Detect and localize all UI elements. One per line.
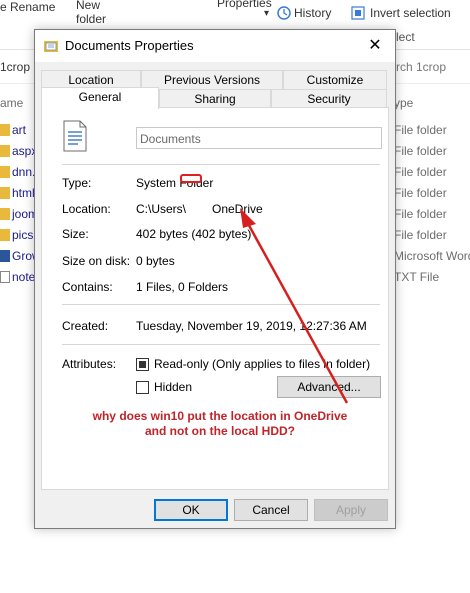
file-type: TXT File [394,270,440,284]
hidden-checkbox[interactable] [136,381,149,394]
size-on-disk-value: 0 bytes [136,254,175,268]
rename-button[interactable]: e Rename [0,0,55,14]
size-on-disk-label: Size on disk: [62,254,131,268]
annotation-text: why does win10 put the location in OneDr… [92,409,348,438]
address-path[interactable]: 1crop [0,60,30,74]
hidden-label[interactable]: Hidden [154,380,192,394]
divider [62,164,380,165]
history-icon [277,6,291,20]
contains-value: 1 Files, 0 Folders [136,280,229,294]
dialog-title: Documents Properties [65,38,194,53]
size-value: 402 bytes (402 bytes) [136,227,252,241]
tab-general[interactable]: General [41,87,159,109]
tab-customize[interactable]: Customize [283,70,387,90]
folder-icon [0,208,10,220]
apply-button[interactable]: Apply [314,499,388,521]
folder-name-input[interactable]: Documents [136,127,382,149]
ok-button[interactable]: OK [154,499,228,521]
history-button[interactable]: History [294,6,331,20]
text-file-icon [0,271,10,283]
file-type: File folder [394,144,447,158]
column-name-header[interactable]: ame [0,96,23,110]
cancel-button[interactable]: Cancel [234,499,308,521]
username-redaction-marker [180,174,202,183]
file-type: File folder [394,186,447,200]
folder-icon [0,145,10,157]
created-value: Tuesday, November 19, 2019, 12:27:36 AM [136,319,367,333]
document-folder-icon [63,120,87,152]
size-label: Size: [62,227,89,241]
file-type: Microsoft Word [394,249,470,263]
file-type: File folder [394,123,447,137]
folder-icon [0,229,10,241]
tab-security[interactable]: Security [271,89,387,109]
type-label: Type: [62,176,92,190]
location-value-suffix: OneDrive [212,202,263,216]
folder-icon [0,124,10,136]
readonly-label[interactable]: Read-only (Only applies to files in fold… [154,357,370,371]
advanced-button[interactable]: Advanced... [277,376,381,398]
file-type: File folder [394,207,447,221]
invert-selection-button[interactable]: Invert selection [370,6,451,20]
folder-icon [0,187,10,199]
divider [62,344,380,345]
readonly-checkbox[interactable] [136,358,149,371]
properties-dialog: Documents Properties ✕ Location Previous… [34,29,396,529]
title-bar[interactable]: Documents Properties ✕ [35,30,395,62]
location-value-prefix: C:\Users\ [136,202,187,216]
column-type-header[interactable]: ype [394,96,413,110]
word-doc-icon [0,250,10,262]
search-box[interactable]: rch 1crop [396,60,446,74]
folder-icon [0,166,10,178]
created-label: Created: [62,319,109,333]
tab-sharing[interactable]: Sharing [159,89,271,109]
close-button[interactable]: ✕ [355,30,395,62]
divider [62,304,380,305]
location-label: Location: [62,202,111,216]
folder-icon [44,41,58,52]
contains-label: Contains: [62,280,113,294]
new-folder-button[interactable]: New folder [76,0,106,26]
invert-selection-icon [351,6,365,20]
select-group-label: lect [396,30,415,44]
properties-dropdown-icon[interactable]: ▾ [264,8,269,19]
attributes-label: Attributes: [62,357,117,371]
file-type: File folder [394,228,447,242]
file-type: File folder [394,165,447,179]
tab-previous-versions[interactable]: Previous Versions [141,70,283,90]
